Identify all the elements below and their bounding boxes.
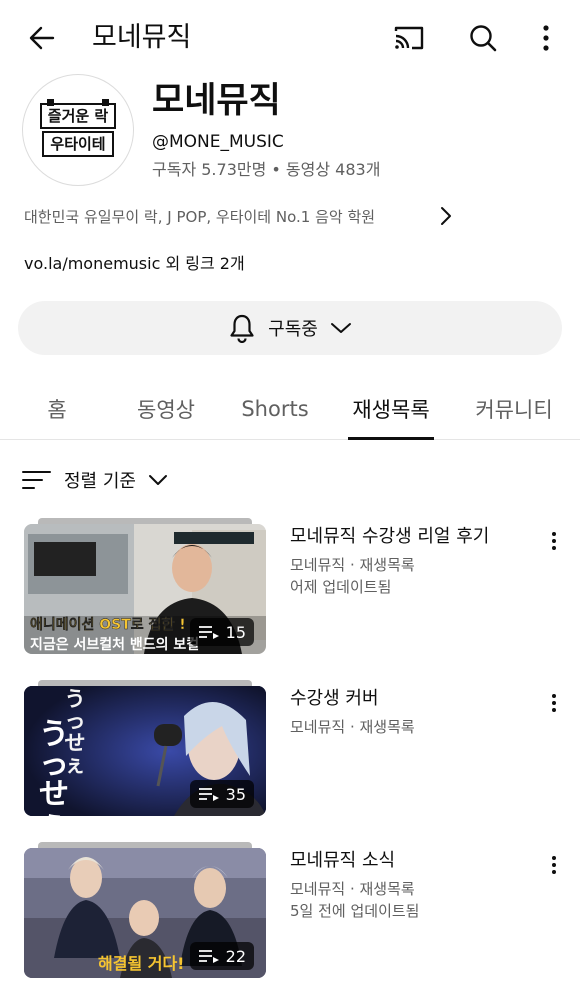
avatar-corner-mark	[102, 99, 109, 106]
tab-label: Shorts	[241, 397, 309, 421]
thumbnail-caption: 지금은 서브컬처 밴드의 보컬	[30, 637, 200, 653]
sort-label: 정렬 기준	[64, 471, 136, 492]
playlist-thumbnail[interactable]: 애니메이션 OST로 접한 ! 지금은 서브컬처 밴드의 보컬 15	[24, 518, 266, 654]
video-count: 15	[225, 622, 246, 642]
search-button[interactable]	[460, 18, 506, 58]
more-vert-icon	[552, 856, 556, 874]
channel-avatar[interactable]: 즐거운 락 우타이테	[22, 74, 134, 186]
tab-label: 재생목록	[352, 398, 430, 422]
tab-home[interactable]: 홈	[26, 378, 88, 440]
thumbnail-image: うっせぇ うっせぇ 35	[24, 686, 266, 816]
channel-tabs: 홈 동영상 Shorts 재생목록 커뮤니티	[0, 378, 580, 440]
chevron-down-icon	[148, 475, 167, 485]
page-title: 모네뮤직	[92, 22, 192, 53]
top-bar: 모네뮤직	[0, 0, 580, 74]
avatar-corner-mark	[47, 99, 54, 106]
playlist-icon	[198, 626, 219, 639]
tab-community[interactable]: 커뮤니티	[468, 378, 560, 440]
video-count-badge: 35	[189, 780, 254, 808]
bell-icon	[230, 314, 254, 343]
tab-playlists[interactable]: 재생목록	[348, 378, 434, 440]
playlist-thumbnail[interactable]: うっせぇ うっせぇ 35	[24, 680, 266, 816]
more-options-button[interactable]	[528, 18, 564, 58]
playlist-item[interactable]: 해결될 거다! 22 모네뮤직 소식 모네뮤직 · 재생목록 5일 전에 업데이…	[0, 842, 580, 982]
playlist-more-button[interactable]	[540, 688, 568, 718]
playlist-more-button[interactable]	[540, 526, 568, 556]
more-vert-icon	[552, 694, 556, 712]
playlist-owner: 모네뮤직 · 재생목록	[290, 556, 415, 574]
playlist-thumbnail[interactable]: 해결될 거다! 22	[24, 842, 266, 978]
playlist-icon	[198, 950, 219, 963]
avatar-text-line2: 우타이테	[42, 131, 114, 157]
playlist-item[interactable]: うっせぇ うっせぇ 35 수강생 커버 모네뮤직 · 재생목록	[0, 680, 580, 820]
video-count: 22	[225, 946, 246, 966]
tab-label: 홈	[47, 398, 67, 422]
playlist-owner: 모네뮤직 · 재생목록	[290, 718, 415, 736]
video-count-badge: 15	[189, 618, 254, 646]
playlist-icon	[198, 788, 219, 801]
description-expand-button[interactable]	[434, 202, 458, 230]
cast-button[interactable]	[386, 18, 432, 58]
arrow-left-icon	[29, 26, 55, 50]
more-vert-icon	[552, 532, 556, 550]
channel-name: 모네뮤직	[152, 81, 281, 121]
subscribed-label: 구독중	[268, 319, 318, 340]
sort-icon	[22, 471, 51, 489]
playlist-more-button[interactable]	[540, 850, 568, 880]
playlist-title[interactable]: 모네뮤직 수강생 리얼 후기	[290, 524, 489, 550]
video-count: 35	[225, 784, 246, 804]
chevron-down-icon	[330, 323, 351, 333]
subscribed-button[interactable]: 구독중	[18, 301, 562, 355]
tab-shorts[interactable]: Shorts	[234, 378, 316, 440]
more-vert-icon	[543, 25, 549, 51]
thumbnail-caption: うっせぇ	[39, 717, 69, 817]
thumbnail-image: 애니메이션 OST로 접한 ! 지금은 서브컬처 밴드의 보컬 15	[24, 524, 266, 654]
playlist-title[interactable]: 모네뮤직 소식	[290, 848, 395, 874]
thumbnail-caption: 해결될 거다!	[98, 954, 185, 973]
cast-icon	[394, 26, 424, 50]
tab-label: 동영상	[137, 398, 195, 422]
video-count-badge: 22	[189, 942, 254, 970]
search-icon	[470, 25, 497, 52]
channel-handle: @MONE_MUSIC	[152, 132, 284, 152]
playlist-updated: 5일 전에 업데이트됨	[290, 902, 420, 920]
playlist-title[interactable]: 수강생 커버	[290, 686, 379, 712]
back-button[interactable]	[20, 18, 64, 58]
playlist-updated: 어제 업데이트됨	[290, 578, 392, 596]
thumbnail-caption: 애니메이션 OST로 접한 !	[30, 617, 186, 633]
sort-button[interactable]: 정렬 기준	[22, 462, 168, 498]
playlist-item[interactable]: 애니메이션 OST로 접한 ! 지금은 서브컬처 밴드의 보컬 15 모네뮤직 …	[0, 518, 580, 658]
thumbnail-image: 해결될 거다! 22	[24, 848, 266, 978]
channel-description[interactable]: 대한민국 유일무이 락, J POP, 우타이테 No.1 음악 학원	[24, 202, 464, 230]
tab-videos[interactable]: 동영상	[124, 378, 208, 440]
avatar-text-line1: 즐거운 락	[39, 103, 117, 129]
playlist-owner: 모네뮤직 · 재생목록	[290, 880, 415, 898]
channel-stats: 구독자 5.73만명 • 동영상 483개	[152, 160, 381, 179]
channel-links[interactable]: vo.la/monemusic 외 링크 2개	[24, 252, 245, 276]
tab-label: 커뮤니티	[475, 398, 553, 422]
chevron-right-icon	[441, 207, 451, 225]
